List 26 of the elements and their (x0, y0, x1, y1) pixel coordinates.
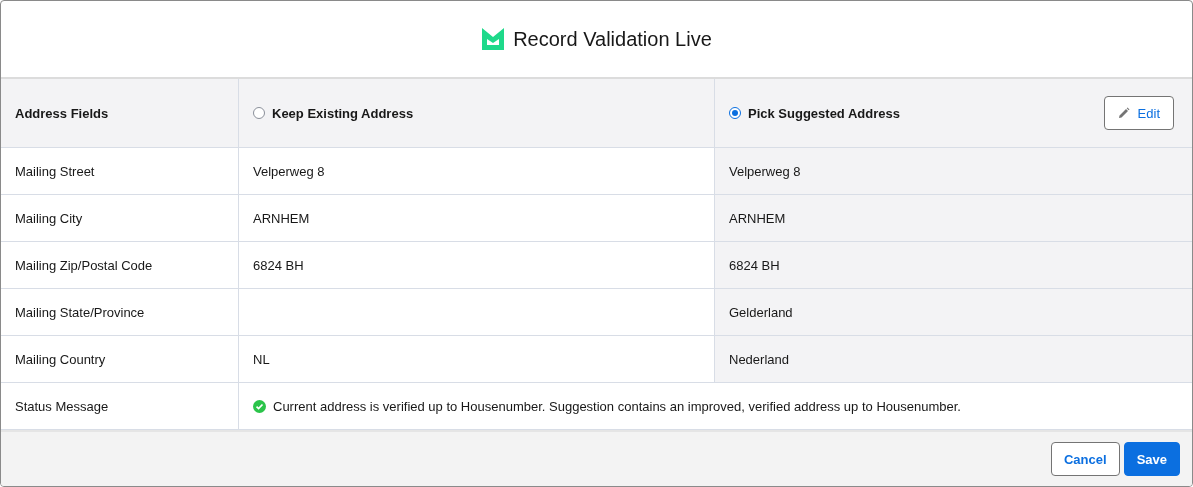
field-label: Mailing City (15, 210, 83, 226)
table-cell: Nederland (715, 336, 1192, 383)
table-cell: 6824 BH (239, 242, 715, 289)
field-label: Mailing Country (15, 351, 106, 367)
table-cell: ARNHEM (715, 195, 1192, 242)
table-cell: 6824 BH (715, 242, 1192, 289)
table-cell: Velperweg 8 (239, 148, 715, 195)
status-message: Current address is verified up to Housenumber. Suggestion contains an improved, verified address up to Housenumber. (273, 398, 961, 414)
table-cell: Gelderland (715, 289, 1192, 336)
cancel-button[interactable]: Cancel (1051, 442, 1120, 476)
modal-title: Record Validation Live (513, 27, 712, 51)
radio-option[interactable]: Keep Existing Address (253, 105, 414, 121)
table-cell: Velperweg 8 (715, 148, 1192, 195)
field-label: Mailing State/Province (15, 304, 145, 320)
success-icon (253, 399, 266, 413)
field-label: Status Message (15, 398, 109, 414)
column-header: Address Fields (15, 105, 109, 121)
radio-option[interactable]: Pick Suggested Address (729, 105, 900, 121)
field-label: Mailing Street (15, 163, 95, 179)
edit-button[interactable]: Edit (1103, 96, 1174, 130)
table-cell: ARNHEM (239, 195, 715, 242)
field-label: Mailing Zip/Postal Code (15, 257, 153, 273)
table-cell: NL (239, 336, 715, 383)
save-button[interactable]: Save (1123, 442, 1180, 476)
logo-icon (481, 27, 506, 51)
pencil-icon (1117, 107, 1130, 119)
